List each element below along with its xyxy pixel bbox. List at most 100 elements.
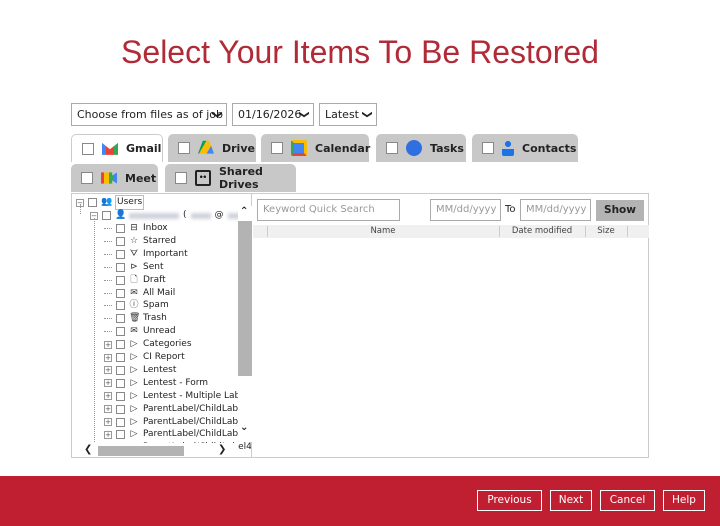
tab-meet[interactable]: Meet xyxy=(71,164,158,192)
tree-checkbox[interactable] xyxy=(116,340,125,350)
label-icon: ▷ xyxy=(130,416,138,427)
tree-checkbox[interactable] xyxy=(116,301,125,311)
tree-label: Important xyxy=(143,248,188,259)
tree-label: Sent xyxy=(143,261,164,272)
tree-checkbox[interactable] xyxy=(116,378,125,388)
tree-node-lentest[interactable]: + ▷ Lentest xyxy=(104,364,176,377)
version-select[interactable]: Latest ❯ xyxy=(319,103,377,126)
tab-checkbox[interactable] xyxy=(82,142,94,155)
tree-node-lentest-form[interactable]: + ▷ Lentest - Form xyxy=(104,377,208,390)
date-select[interactable]: 01/16/2026 ❯ xyxy=(232,103,314,126)
tab-checkbox[interactable] xyxy=(175,172,187,184)
tab-checkbox[interactable] xyxy=(482,142,494,154)
tree-checkbox[interactable] xyxy=(116,262,125,272)
meet-icon xyxy=(101,172,117,184)
tree-label: Users xyxy=(115,195,145,210)
keyword-search-input[interactable]: Keyword Quick Search xyxy=(257,199,400,221)
from-date-input[interactable]: MM/dd/yyyy xyxy=(430,199,501,221)
tree-checkbox[interactable] xyxy=(116,353,125,362)
tree-checkbox[interactable] xyxy=(116,275,125,285)
tree-label: @ xyxy=(214,210,224,220)
tab-calendar[interactable]: Calendar xyxy=(261,134,371,162)
scroll-up-icon[interactable]: ⌃ xyxy=(240,206,248,217)
expand-icon[interactable]: + xyxy=(104,405,112,414)
tree-checkbox[interactable] xyxy=(116,417,125,427)
scroll-down-icon[interactable]: ⌄ xyxy=(240,422,248,433)
tab-tasks[interactable]: Tasks xyxy=(376,134,466,162)
column-size[interactable]: Size xyxy=(585,225,627,238)
tree-checkbox[interactable] xyxy=(116,249,125,259)
expand-icon[interactable]: + xyxy=(104,392,112,401)
tree-node-categories[interactable]: + ▷ Categories xyxy=(104,338,192,351)
tree-node-inbox[interactable]: ⊟ Inbox xyxy=(104,222,168,235)
job-mode-value: Choose from files as of job xyxy=(77,108,224,121)
tree-checkbox[interactable] xyxy=(116,365,125,375)
next-button[interactable]: Next xyxy=(550,490,592,511)
help-button[interactable]: Help xyxy=(663,490,705,511)
users-icon: 👥 xyxy=(101,197,113,207)
tree-node-draft[interactable]: 🗋 Draft xyxy=(104,274,166,287)
cancel-button[interactable]: Cancel xyxy=(600,490,655,511)
trash-icon: 🗑 xyxy=(129,313,141,324)
tree-node-unread[interactable]: ✉ Unread xyxy=(104,325,176,338)
tree-node-starred[interactable]: ☆ Starred xyxy=(104,235,176,248)
tree-checkbox[interactable] xyxy=(116,288,125,298)
tree-checkbox[interactable] xyxy=(88,198,97,207)
tree-checkbox[interactable] xyxy=(102,211,111,220)
tree-checkbox[interactable] xyxy=(116,327,125,337)
show-button[interactable]: Show xyxy=(596,200,644,221)
tree-label: Inbox xyxy=(143,223,168,233)
redacted-email xyxy=(190,212,211,219)
tree-checkbox[interactable] xyxy=(116,236,125,246)
tree-checkbox[interactable] xyxy=(116,430,125,440)
expand-icon[interactable]: + xyxy=(104,418,112,426)
expand-icon[interactable]: + xyxy=(104,379,112,388)
tree-checkbox[interactable] xyxy=(116,224,125,233)
tree-node-ci-report[interactable]: + ▷ CI Report xyxy=(104,351,185,364)
tree-node-parentlabel-childlabel2[interactable]: + ▷ ParentLabel/ChildLabel2 xyxy=(104,416,251,429)
tree-node-lentest-multiple-label[interactable]: + ▷ Lentest - Multiple Label xyxy=(104,390,248,403)
chevron-down-icon: ❯ xyxy=(298,110,310,119)
tab-contacts[interactable]: Contacts xyxy=(472,134,578,162)
expand-icon[interactable]: + xyxy=(104,353,112,362)
scroll-right-icon[interactable]: ❯ xyxy=(218,444,226,455)
tree-node-all-mail[interactable]: ✉ All Mail xyxy=(104,287,175,300)
label-icon: ▷ xyxy=(130,390,138,401)
tab-checkbox[interactable] xyxy=(271,142,283,154)
tree-label: ( xyxy=(183,210,187,220)
tab-checkbox[interactable] xyxy=(178,142,190,154)
tree-checkbox[interactable] xyxy=(116,391,125,401)
label-icon: ▷ xyxy=(130,364,138,375)
tree-checkbox[interactable] xyxy=(116,404,125,414)
tab-drive[interactable]: Drive xyxy=(168,134,256,162)
tree-node-parentlabel-childlabel3[interactable]: + ▷ ParentLabel/ChildLabel3 xyxy=(104,428,251,441)
tree-horizontal-scroll-thumb[interactable] xyxy=(98,446,184,456)
important-icon: ᗊ xyxy=(129,248,139,259)
tree-node-sent[interactable]: ⊳ Sent xyxy=(104,261,163,274)
tab-label: Tasks xyxy=(430,141,464,155)
job-mode-select[interactable]: Choose from files as of job ❯ xyxy=(71,103,227,126)
tree-node-users[interactable]: − 👥 Users xyxy=(76,195,145,210)
expand-icon[interactable]: + xyxy=(104,430,112,439)
scroll-left-icon[interactable]: ❮ xyxy=(84,444,92,455)
tree-node-user[interactable]: − 👤(@ xyxy=(90,209,251,222)
tree-node-spam[interactable]: ⓘ Spam xyxy=(104,299,169,312)
tab-label: Calendar xyxy=(315,141,371,155)
tree-label: Unread xyxy=(143,326,176,337)
tree-label: ParentLabel/ChildLabel1 xyxy=(143,403,252,414)
expand-icon[interactable]: + xyxy=(104,366,112,375)
tree-node-important[interactable]: ᗊ Important xyxy=(104,248,188,261)
tree-node-trash[interactable]: 🗑 Trash xyxy=(104,312,167,325)
tree-vertical-scroll-thumb[interactable] xyxy=(238,221,252,376)
tab-shared-drives[interactable]: Shared Drives xyxy=(165,164,296,192)
expand-icon[interactable]: + xyxy=(104,340,112,349)
tree-node-parentlabel-childlabel1[interactable]: + ▷ ParentLabel/ChildLabel1 xyxy=(104,403,252,416)
column-name[interactable]: Name xyxy=(267,225,499,238)
tab-gmail[interactable]: Gmail xyxy=(71,134,163,162)
to-date-input[interactable]: MM/dd/yyyy xyxy=(520,199,591,221)
column-date-modified[interactable]: Date modified xyxy=(499,225,585,238)
tab-checkbox[interactable] xyxy=(81,172,93,184)
tree-checkbox[interactable] xyxy=(116,314,125,324)
previous-button[interactable]: Previous xyxy=(477,490,542,511)
tab-checkbox[interactable] xyxy=(386,142,398,154)
